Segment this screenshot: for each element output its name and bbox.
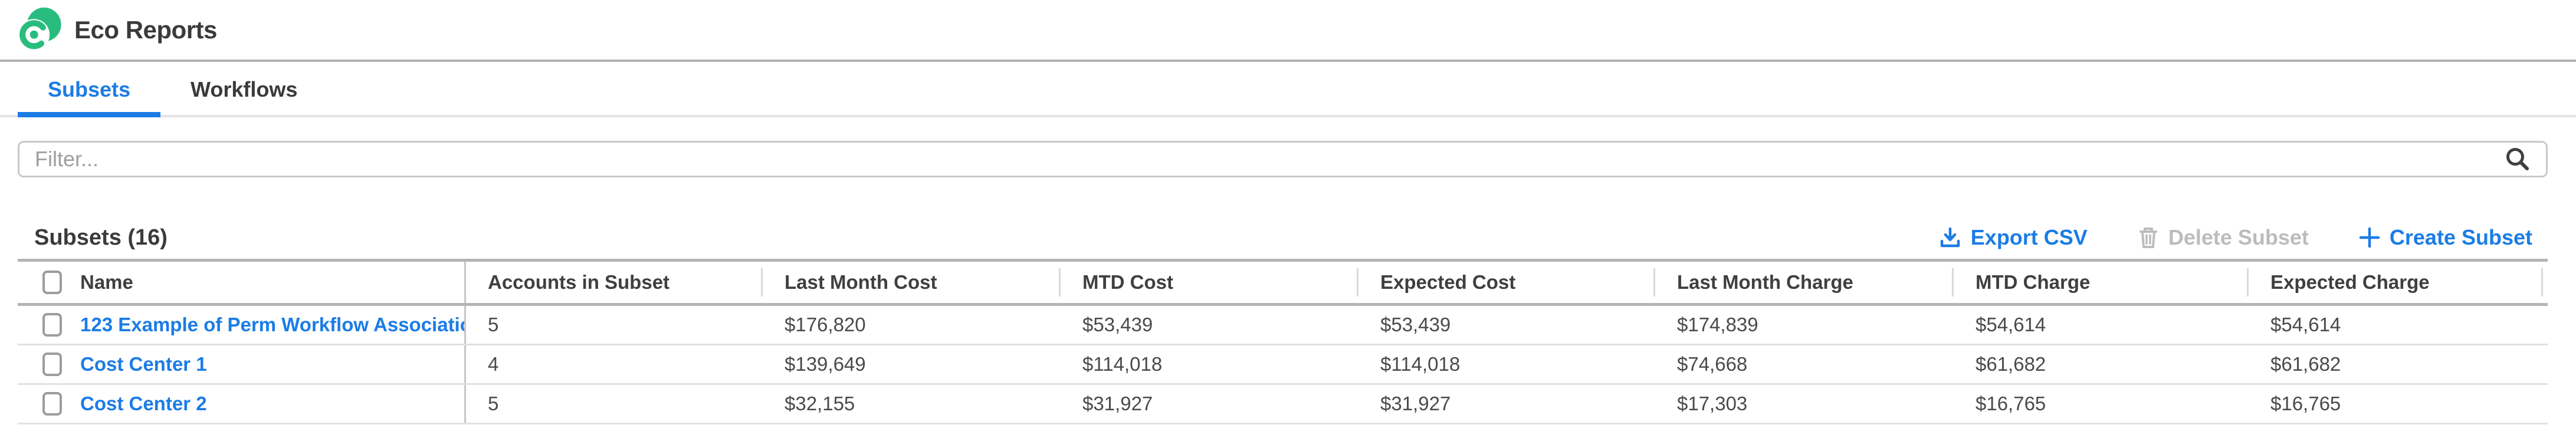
tab-bar: Subsets Workflows <box>0 62 2576 117</box>
subset-name-link[interactable]: Cost Center 2 <box>80 393 207 415</box>
cell-last-month-charge: $174,839 <box>1655 314 1954 336</box>
delete-subset-button[interactable]: Delete Subset <box>2137 225 2309 250</box>
export-csv-label: Export CSV <box>1971 225 2088 250</box>
subset-name-link[interactable]: Cost Center 1 <box>80 353 207 375</box>
header-cell-mtd-charge: MTD Charge <box>1954 262 2249 303</box>
header-cell-name: Name <box>18 262 466 303</box>
cell-mtd-cost: $53,439 <box>1061 314 1358 336</box>
create-subset-button[interactable]: Create Subset <box>2358 225 2532 250</box>
cell-expected-cost: $53,439 <box>1358 314 1655 336</box>
cell-expected-charge: $16,765 <box>2249 393 2543 415</box>
cell-expected-cost: $31,927 <box>1358 393 1655 415</box>
export-csv-button[interactable]: Export CSV <box>1938 225 2088 250</box>
toolbar-actions: Export CSV Delete Subset Create Subset <box>1938 225 2532 250</box>
header-cell-accounts-in-subset: Accounts in Subset <box>466 262 763 303</box>
search-icon[interactable] <box>2505 146 2531 172</box>
tab-workflows[interactable]: Workflows <box>160 62 327 117</box>
cell-last-month-cost: $32,155 <box>763 393 1061 415</box>
cell-last-month-charge: $17,303 <box>1655 393 1954 415</box>
cell-name: 123 Example of Perm Workflow Association <box>18 306 466 344</box>
header-cell-expected-charge: Expected Charge <box>2249 262 2543 303</box>
header-cell-expected-cost: Expected Cost <box>1358 262 1655 303</box>
row-checkbox[interactable] <box>42 313 62 337</box>
trash-icon <box>2137 226 2160 249</box>
delete-subset-label: Delete Subset <box>2168 225 2309 250</box>
cell-expected-cost: $114,018 <box>1358 353 1655 375</box>
page-title: Eco Reports <box>74 16 217 44</box>
tab-subsets[interactable]: Subsets <box>18 62 160 117</box>
create-subset-label: Create Subset <box>2390 225 2532 250</box>
filter-input[interactable] <box>35 147 2505 172</box>
cell-last-month-cost: $176,820 <box>763 314 1061 336</box>
eco-reports-logo-icon <box>17 6 63 54</box>
subsets-table: Name Accounts in Subset Last Month Cost … <box>18 259 2548 424</box>
header-cell-mtd-cost: MTD Cost <box>1061 262 1358 303</box>
cell-accounts: 4 <box>466 353 763 375</box>
cell-mtd-charge: $16,765 <box>1954 393 2249 415</box>
cell-expected-charge: $54,614 <box>2249 314 2543 336</box>
row-checkbox[interactable] <box>42 392 62 416</box>
subsets-toolbar: Subsets (16) Export CSV Delete Subset Cr <box>34 216 2532 259</box>
cell-mtd-cost: $31,927 <box>1061 393 1358 415</box>
plus-icon <box>2358 226 2381 249</box>
cell-last-month-charge: $74,668 <box>1655 353 1954 375</box>
table-row: Cost Center 2 5 $32,155 $31,927 $31,927 … <box>18 385 2548 424</box>
cell-mtd-cost: $114,018 <box>1061 353 1358 375</box>
cell-mtd-charge: $54,614 <box>1954 314 2249 336</box>
header-cell-last-month-cost: Last Month Cost <box>763 262 1061 303</box>
cell-expected-charge: $61,682 <box>2249 353 2543 375</box>
download-icon <box>1938 226 1962 249</box>
table-row: Cost Center 1 4 $139,649 $114,018 $114,0… <box>18 345 2548 385</box>
cell-last-month-cost: $139,649 <box>763 353 1061 375</box>
subsets-count-heading: Subsets (16) <box>34 225 168 251</box>
select-all-checkbox[interactable] <box>42 271 62 294</box>
cell-accounts: 5 <box>466 314 763 336</box>
app-header: Eco Reports <box>0 0 2576 62</box>
row-checkbox[interactable] <box>42 352 62 376</box>
table-row: 123 Example of Perm Workflow Association… <box>18 306 2548 345</box>
cell-mtd-charge: $61,682 <box>1954 353 2249 375</box>
filter-bar <box>18 141 2548 177</box>
subset-name-link[interactable]: 123 Example of Perm Workflow Association <box>80 314 466 336</box>
cell-name: Cost Center 1 <box>18 345 466 383</box>
cell-accounts: 5 <box>466 393 763 415</box>
cell-name: Cost Center 2 <box>18 385 466 423</box>
table-header-row: Name Accounts in Subset Last Month Cost … <box>18 259 2548 306</box>
header-cell-last-month-charge: Last Month Charge <box>1655 262 1954 303</box>
